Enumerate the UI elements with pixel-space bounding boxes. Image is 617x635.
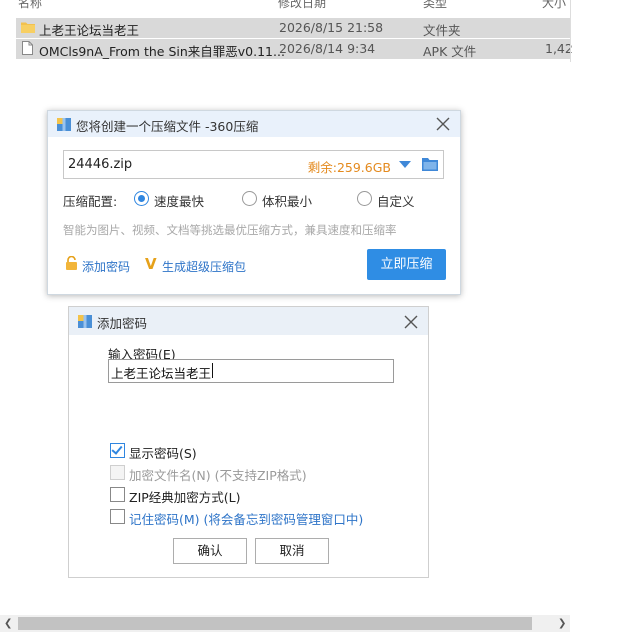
password-input[interactable]: 上老王论坛当老王 <box>108 359 394 383</box>
zip-classic-label[interactable]: ZIP经典加密方式(L) <box>129 487 241 506</box>
column-header-name[interactable]: 名称 <box>18 0 42 10</box>
close-icon[interactable] <box>435 116 451 132</box>
text-caret <box>212 363 213 378</box>
scroll-right-icon[interactable]: ❯ <box>558 618 566 629</box>
cancel-button[interactable]: 取消 <box>255 538 329 564</box>
file-modified: 2026/8/14 9:34 <box>279 41 376 56</box>
lock-icon <box>66 256 77 270</box>
column-header-size[interactable]: 大小 <box>542 0 566 10</box>
scrollbar-thumb[interactable] <box>18 617 532 630</box>
file-row-apk[interactable]: OMCls9nA_From the Sin来自罪恶v0.11... 2026/8… <box>16 39 573 59</box>
radio-smallest[interactable] <box>242 191 257 206</box>
confirm-button[interactable]: 确认 <box>173 538 247 564</box>
dialog-title-bar[interactable]: 添加密码 <box>69 307 428 335</box>
compress-config-label: 压缩配置: <box>63 194 118 209</box>
folder-icon <box>21 22 35 33</box>
radio-fastest-label[interactable]: 速度最快 <box>154 191 204 210</box>
file-list: 名称 修改日期 类型 大小 上老王论坛当老王 2026/8/15 21:58 文… <box>0 0 573 62</box>
horizontal-scrollbar[interactable]: ❮ ❯ <box>0 615 570 632</box>
file-type: APK 文件 <box>423 44 477 59</box>
column-header-type[interactable]: 类型 <box>423 0 447 10</box>
archive-name-value: 24446.zip <box>68 157 133 172</box>
radio-smallest-label[interactable]: 体积最小 <box>262 191 312 210</box>
file-icon <box>22 41 33 55</box>
compress-hint: 智能为图片、视频、文档等挑选最优压缩方式，兼具速度和压缩率 <box>63 223 397 237</box>
compress-dialog: 您将创建一个压缩文件 -360压缩 24446.zip 剩余:259.6GB 压… <box>47 110 461 295</box>
compress-now-button[interactable]: 立即压缩 <box>367 249 446 280</box>
super-package-icon: V <box>145 255 157 273</box>
super-package-link[interactable]: 生成超级压缩包 <box>162 258 246 275</box>
dialog-title: 添加密码 <box>97 316 148 331</box>
encrypt-filename-label: 加密文件名(N) (不支持ZIP格式) <box>129 468 307 483</box>
file-modified: 2026/8/15 21:58 <box>279 20 384 35</box>
scroll-left-icon[interactable]: ❮ <box>4 618 12 629</box>
remember-password-label[interactable]: 记住密码(M) (将会备忘到密码管理窗口中) <box>129 509 363 528</box>
show-password-label[interactable]: 显示密码(S) <box>129 443 197 462</box>
password-value: 上老王论坛当老王 <box>111 366 212 381</box>
password-dialog: 添加密码 输入密码(E) 上老王论坛当老王 显示密码(S) 加密文件名(N) (… <box>68 306 429 578</box>
chevron-down-icon[interactable] <box>399 161 411 168</box>
file-type: 文件夹 <box>423 23 461 38</box>
file-name: OMCls9nA_From the Sin来自罪恶v0.11... <box>39 44 285 59</box>
add-password-link[interactable]: 添加密码 <box>82 258 130 275</box>
dialog-title-bar[interactable]: 您将创建一个压缩文件 -360压缩 <box>48 111 460 137</box>
archive-app-icon <box>57 118 71 131</box>
zip-classic-checkbox[interactable] <box>110 487 125 502</box>
remember-password-checkbox[interactable] <box>110 509 125 524</box>
dialog-title: 您将创建一个压缩文件 -360压缩 <box>76 119 259 134</box>
radio-fastest[interactable] <box>134 191 149 206</box>
show-password-checkbox[interactable] <box>110 443 125 458</box>
pane-divider <box>570 0 571 62</box>
archive-name-field[interactable]: 24446.zip 剩余:259.6GB <box>63 150 444 179</box>
browse-folder-icon[interactable] <box>422 157 438 171</box>
close-icon[interactable] <box>403 314 419 330</box>
encrypt-filename-checkbox[interactable] <box>110 465 125 480</box>
file-size: 1,42 <box>545 41 573 56</box>
radio-custom-label[interactable]: 自定义 <box>377 191 415 210</box>
file-name: 上老王论坛当老王 <box>39 23 140 38</box>
archive-app-icon <box>78 315 92 328</box>
column-header-modified[interactable]: 修改日期 <box>278 0 326 10</box>
radio-custom[interactable] <box>357 191 372 206</box>
file-row-folder[interactable]: 上老王论坛当老王 2026/8/15 21:58 文件夹 <box>16 18 570 38</box>
space-remaining: 剩余:259.6GB <box>307 160 391 175</box>
